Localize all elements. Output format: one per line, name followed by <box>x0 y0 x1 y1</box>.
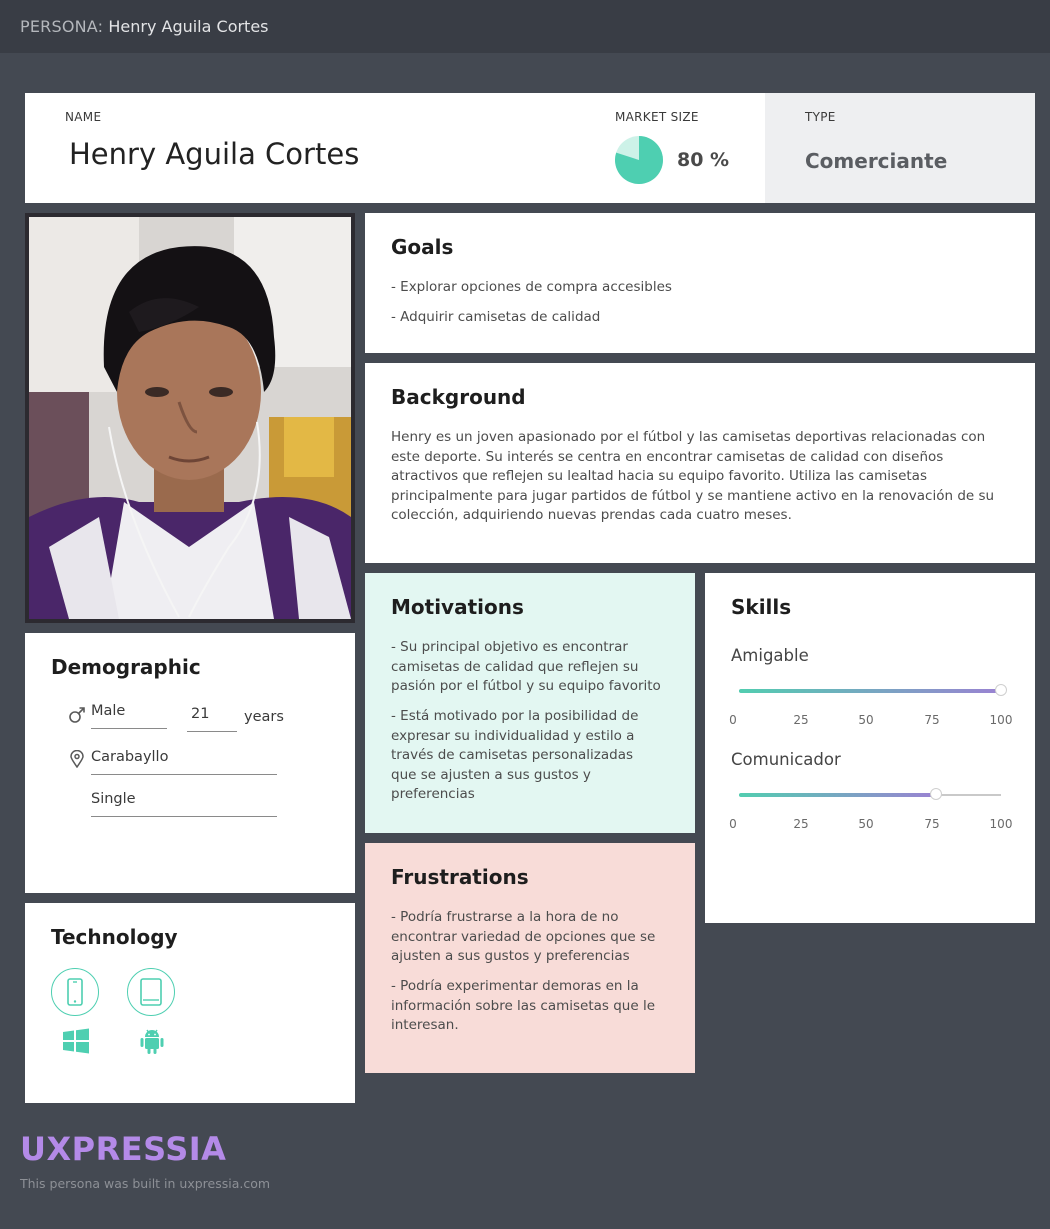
scale-tick: 100 <box>989 817 1013 831</box>
demographic-card: Demographic Male 21 years Carabayllo Sin… <box>25 633 355 893</box>
background-title: Background <box>391 385 526 409</box>
scale-tick: 100 <box>989 713 1013 727</box>
skill-scale: 0 25 50 75 100 <box>729 713 1013 729</box>
gender-field[interactable]: Male <box>91 703 167 729</box>
scale-tick: 0 <box>729 713 737 727</box>
scale-tick: 75 <box>924 817 940 831</box>
scale-tick: 50 <box>858 817 874 831</box>
motivations-item[interactable]: - Su principal objetivo es encontrar cam… <box>391 638 661 697</box>
frustrations-item[interactable]: - Podría frustrarse a la hora de no enco… <box>391 908 661 967</box>
scale-tick: 0 <box>729 817 737 831</box>
age-field[interactable]: 21 <box>187 706 237 732</box>
name-label: NAME <box>65 110 102 124</box>
skill-slider-handle[interactable] <box>929 788 942 800</box>
persona-full-name[interactable]: Henry Aguila Cortes <box>69 137 359 171</box>
persona-portrait-image <box>29 217 351 619</box>
frustrations-card: Frustrations - Podría frustrarse a la ho… <box>365 843 695 1073</box>
frustrations-item[interactable]: - Podría experimentar demoras en la info… <box>391 977 661 1036</box>
android-icon[interactable] <box>139 1027 165 1055</box>
skills-card: Skills Amigable 0 25 50 75 100 Comunicad… <box>705 573 1035 923</box>
goals-item[interactable]: - Explorar opciones de compra accesibles <box>391 278 672 298</box>
background-text[interactable]: Henry es un joven apasionado por el fútb… <box>391 428 1013 526</box>
motivations-card: Motivations - Su principal objetivo es e… <box>365 573 695 833</box>
goals-card: Goals - Explorar opciones de compra acce… <box>365 213 1035 353</box>
goals-title: Goals <box>391 235 454 259</box>
age-unit: years <box>244 709 284 725</box>
tablet-icon[interactable] <box>127 968 175 1016</box>
uxpressia-logo[interactable]: UXPRESSIA <box>20 1130 226 1168</box>
scale-tick: 50 <box>858 713 874 727</box>
technology-title: Technology <box>51 925 178 949</box>
market-size-pie-chart <box>615 136 663 184</box>
background-card: Background Henry es un joven apasionado … <box>365 363 1035 563</box>
market-size-value: 80 % <box>677 149 730 171</box>
mobile-phone-icon[interactable] <box>51 968 99 1016</box>
motivations-title: Motivations <box>391 595 524 619</box>
built-with-note: This persona was built in uxpressia.com <box>20 1176 271 1191</box>
skill-slider-fill <box>739 689 1001 693</box>
skill-slider-handle[interactable] <box>995 684 1007 696</box>
location-pin-icon <box>70 750 84 768</box>
skill-name: Comunicador <box>731 750 841 769</box>
persona-label: PERSONA: <box>20 17 104 36</box>
persona-name: Henry Aguila Cortes <box>108 17 269 36</box>
type-card: TYPE Comerciante <box>765 93 1035 203</box>
persona-photo[interactable] <box>25 213 355 623</box>
marital-status-field[interactable]: Single <box>91 791 277 817</box>
scale-tick: 25 <box>793 713 809 727</box>
skill-slider-track <box>739 684 1007 696</box>
market-size-label: MARKET SIZE <box>615 110 699 124</box>
type-label: TYPE <box>805 110 836 124</box>
skills-title: Skills <box>731 595 792 619</box>
persona-heading: PERSONA: Henry Aguila Cortes <box>20 17 269 36</box>
location-field[interactable]: Carabayllo <box>91 749 277 775</box>
scale-tick: 25 <box>793 817 809 831</box>
male-gender-icon <box>69 707 85 723</box>
windows-icon[interactable] <box>62 1027 90 1055</box>
scale-tick: 75 <box>924 713 940 727</box>
type-value[interactable]: Comerciante <box>805 149 947 173</box>
goals-item[interactable]: - Adquirir camisetas de calidad <box>391 308 600 328</box>
header-card: NAME Henry Aguila Cortes MARKET SIZE 80 … <box>25 93 765 203</box>
skill-slider-fill <box>739 793 936 797</box>
frustrations-title: Frustrations <box>391 865 529 889</box>
skill-name: Amigable <box>731 646 809 665</box>
skill-slider-track <box>739 788 1001 800</box>
demographic-title: Demographic <box>51 655 201 679</box>
technology-card: Technology <box>25 903 355 1103</box>
top-bar: PERSONA: Henry Aguila Cortes <box>0 0 1050 53</box>
motivations-item[interactable]: - Está motivado por la posibilidad de ex… <box>391 707 661 805</box>
skill-scale: 0 25 50 75 100 <box>729 817 1013 833</box>
